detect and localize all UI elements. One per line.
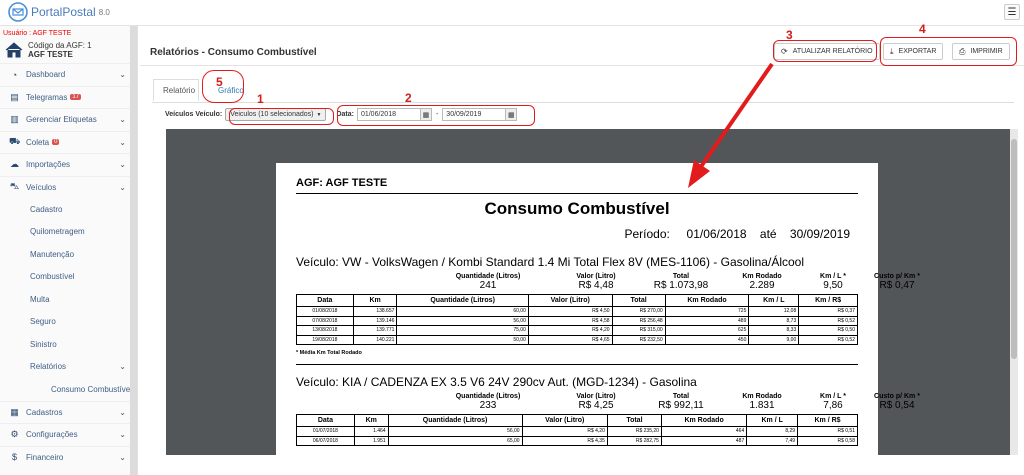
table-row: 13/08/2018 139.771 75,00 R$ 4,20 R$ 315,00 62… (296, 325, 858, 336)
sidebar-sub-combustivel[interactable]: Combustível (0, 266, 137, 289)
vehicle-filter-label: Veículos Veículo: (165, 111, 223, 118)
annotation-circle-5 (202, 70, 244, 103)
sidebar-item-etiquetas[interactable]: ▥ Gerenciar Etiquetas ⌄ (0, 108, 137, 131)
sidebar: Usuário : AGF TESTE Código da AGF: 1 AGF… (0, 26, 138, 475)
sidebar-item-veiculos[interactable]: ⛍ Veículos ⌄ (0, 175, 137, 199)
app-logo[interactable]: PortalPostal 8.0 (8, 2, 110, 22)
viewer-scroll-thumb[interactable] (1011, 139, 1017, 359)
annotation-number-4: 4 (919, 22, 926, 36)
sidebar-item-cadastros[interactable]: ▦ Cadastros ⌄ (0, 400, 137, 424)
annotation-number-2: 2 (405, 91, 412, 105)
coleta-badge: 0 (52, 139, 60, 146)
table-row: 06/07/2018 1.951 65,00 R$ 4,35 R$ 282,75 487 7… (296, 435, 858, 446)
car-icon: ⛍ (9, 181, 20, 192)
report-viewer[interactable]: AGF: AGF TESTE Consumo Combustível Perío… (166, 129, 1018, 455)
fuel-table: Data Km Quantidade (Litros) Valor (Litro) To… (296, 294, 858, 345)
report-period: Período: 01/06/2018 até 30/09/2019 (624, 227, 850, 241)
annotation-number-5: 5 (216, 75, 223, 89)
chevron-down-icon: ⌄ (119, 407, 126, 417)
sidebar-sub-manutencao[interactable]: Manutenção (0, 243, 137, 266)
sidebar-subsub-consumo[interactable]: Consumo Combustível (0, 378, 137, 401)
sidebar-sub-multa[interactable]: Multa (0, 288, 137, 311)
cogs-icon: ⚙ (10, 429, 19, 440)
summary-values: 241 R$ 4,48 R$ 1.073,98 2.289 9,50 R$ 0,… (479, 280, 915, 291)
app-version: 8.0 (98, 7, 110, 17)
sidebar-item-telegramas[interactable]: ▤ Telegramas 17 (0, 85, 137, 109)
chevron-down-icon: ⌄ (119, 137, 126, 147)
summary-headers: Quantidade (Litros) Valor (Litro) Total … (455, 393, 920, 400)
annotation-number-1: 1 (257, 92, 264, 106)
annotation-circle-2 (337, 105, 535, 126)
dashboard-icon: ◔ (11, 69, 18, 80)
annotation-number-3: 3 (786, 28, 793, 42)
viewer-scrollbar[interactable] (1010, 129, 1018, 455)
annotation-circle-1 (229, 108, 334, 125)
sidebar-sub-quilometragem[interactable]: Quilometragem (0, 221, 137, 244)
table-row: 19/08/2018 140.221 50,00 R$ 4,65 R$ 232,50 45… (296, 334, 858, 345)
envelope-logo-icon (8, 2, 28, 22)
top-bar: PortalPostal 8.0 ☰ (0, 0, 1024, 26)
annotation-circle-4 (880, 37, 1017, 66)
menu-toggle-icon[interactable]: ☰ (1004, 4, 1020, 20)
agf-name: AGF TESTE (28, 50, 73, 59)
report-title: Consumo Combustível (484, 199, 670, 218)
home-icon (5, 42, 23, 58)
vehicle-title: Veículo: KIA / CADENZA EX 3.5 V6 24V 290… (296, 375, 697, 389)
chevron-down-icon: ⌄ (119, 160, 126, 169)
table-row: 07/08/2018 139.146 56,00 R$ 4,58 R$ 256,48 48… (296, 315, 858, 326)
user-label: Usuário : AGF TESTE (3, 30, 72, 37)
newspaper-icon: ▤ (10, 91, 19, 102)
report-agf: AGF: AGF TESTE (296, 177, 388, 189)
sidebar-scrollbar[interactable] (130, 26, 137, 475)
chevron-down-icon: ⌄ (119, 70, 126, 79)
table-icon: ▦ (10, 406, 19, 417)
sidebar-nav: ◔ Dashboard ⌄ ▤ Telegramas 17 ▥ Gerenciar Eti… (0, 63, 137, 468)
sidebar-sub-sinistro[interactable]: Sinistro (0, 333, 137, 356)
sidebar-sub-cadastro[interactable]: Cadastro (0, 198, 137, 221)
sidebar-item-coleta[interactable]: ⛟ Coleta 0 ⌄ (0, 130, 137, 154)
summary-values: 233 R$ 4,25 R$ 992,11 1.831 7,86 R$ 0,54 (479, 400, 915, 411)
fuel-table: Data Km Quantidade (Litros) Valor (Litro) To… (296, 414, 858, 446)
chevron-down-icon: ⌄ (119, 430, 126, 439)
agf-code: Código da AGF: 1 (28, 41, 92, 50)
sidebar-item-financeiro[interactable]: $ Financeiro ⌄ (0, 445, 137, 469)
telegramas-badge: 17 (70, 94, 82, 101)
money-icon: $ (11, 452, 17, 463)
vehicle-title: Veículo: VW - VolksWagen / Kombi Standar… (296, 255, 805, 269)
report-page: AGF: AGF TESTE Consumo Combustível Perío… (276, 163, 920, 455)
app-name: PortalPostal (31, 5, 96, 19)
table-note: * Média Km Total Rodado (296, 350, 362, 356)
chevron-down-icon: ⌄ (119, 115, 126, 124)
cloud-icon: ☁ (10, 159, 19, 170)
table-row: 01/07/2018 1.464 56,00 R$ 4,20 R$ 235,20 464 8… (296, 426, 858, 437)
page-title: Relatórios - Consumo Combustível (150, 47, 317, 58)
sidebar-item-configuracoes[interactable]: ⚙ Configurações ⌄ (0, 423, 137, 446)
report-divider (296, 193, 858, 194)
agf-block: Código da AGF: 1 AGF TESTE (0, 37, 137, 63)
sidebar-sub-seguro[interactable]: Seguro (0, 311, 137, 334)
chevron-down-icon: ⌄ (119, 182, 126, 192)
truck-icon: ⛟ (9, 136, 21, 147)
chevron-down-icon: ⌄ (119, 361, 126, 371)
annotation-circle-3 (773, 40, 877, 62)
barcode-icon: ▥ (10, 114, 19, 125)
report-divider (296, 364, 858, 365)
tab-relatorio[interactable]: Relatório (153, 79, 199, 101)
sidebar-item-importacoes[interactable]: ☁ Importações ⌄ (0, 153, 137, 176)
sidebar-sub-relatorios[interactable]: Relatórios ⌄ (0, 356, 137, 379)
summary-headers: Quantidade (Litros) Valor (Litro) Total … (455, 273, 920, 280)
sidebar-item-dashboard[interactable]: ◔ Dashboard ⌄ (0, 63, 137, 86)
tabs-divider (152, 102, 1014, 103)
table-row: 01/08/2018 138.657 60,00 R$ 4,50 R$ 270,00 72… (296, 306, 858, 317)
chevron-down-icon: ⌄ (119, 452, 126, 462)
